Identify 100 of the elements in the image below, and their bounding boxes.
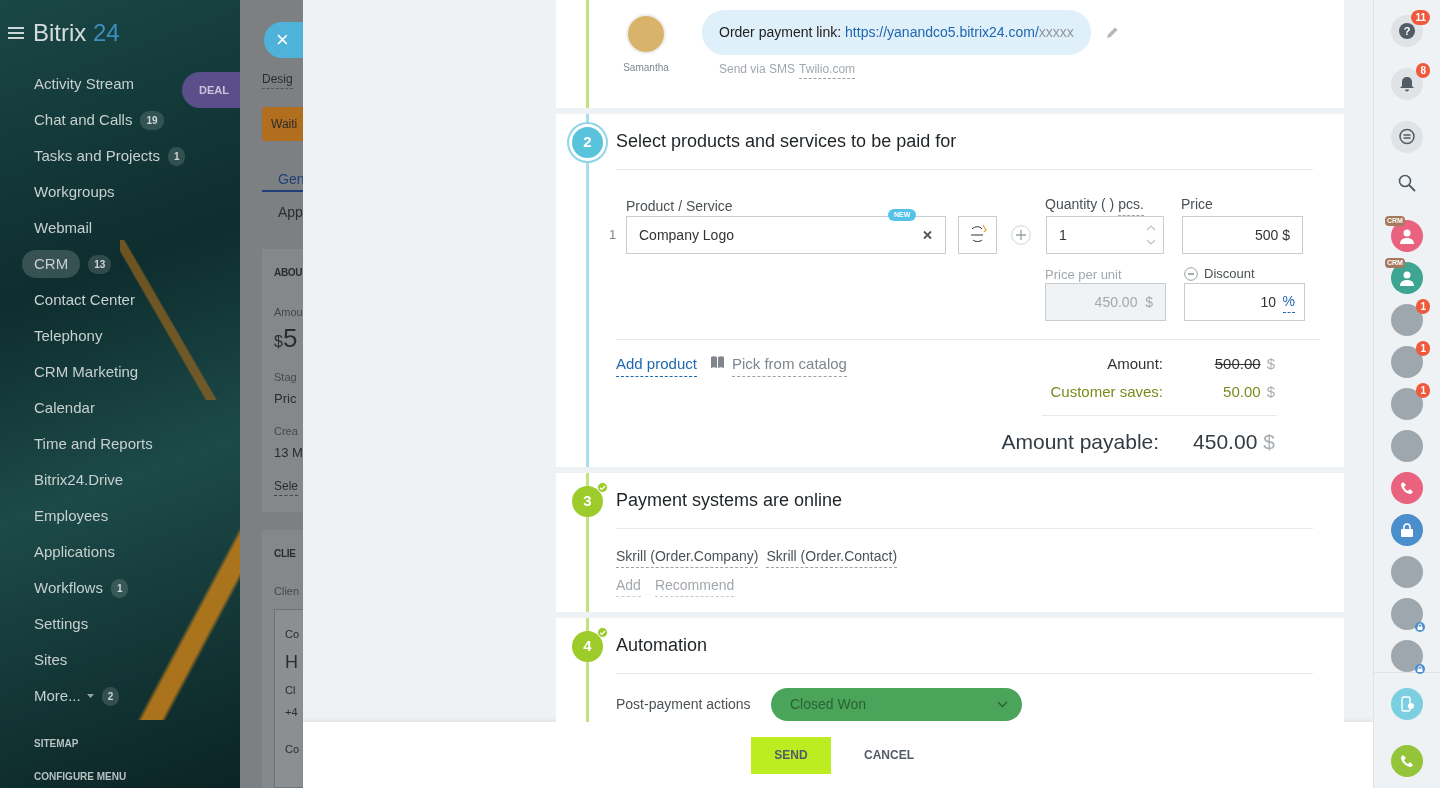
phone-cloud-icon	[1399, 696, 1415, 712]
contact-text: Co	[285, 627, 301, 642]
sidebar-item[interactable]: Workflows	[34, 573, 103, 603]
plus-icon[interactable]	[1011, 225, 1031, 245]
caret-icon	[997, 701, 1008, 708]
field-label: Crea	[274, 423, 299, 439]
quantity-field[interactable]: 1	[1046, 216, 1164, 254]
sidebar-item[interactable]: Telephony	[34, 321, 103, 351]
photo-placeholder[interactable]	[1391, 304, 1423, 336]
sidebar-item[interactable]: Bitrix24.Drive	[34, 465, 124, 495]
counter-badge: 1	[1416, 299, 1430, 314]
counter-badge: 13	[88, 254, 112, 274]
row-number: 1	[609, 226, 618, 245]
sidebar-item[interactable]: Chat and Calls	[34, 105, 133, 135]
menu-icon[interactable]	[8, 26, 24, 40]
photo-placeholder[interactable]	[1391, 346, 1423, 378]
check-icon	[597, 482, 608, 493]
contact-text: +4	[285, 705, 299, 720]
field-label: Amou	[274, 305, 303, 320]
photo-placeholder[interactable]	[1391, 640, 1423, 672]
add-product-link[interactable]: Add product	[616, 353, 697, 377]
catalog-link[interactable]: Pick from catalog	[731, 353, 847, 377]
product-image[interactable]	[958, 216, 997, 254]
lock-icon	[1401, 523, 1413, 537]
call-button[interactable]	[1391, 745, 1423, 777]
send-via-label: Send via SMS	[719, 61, 796, 78]
footer-link[interactable]: CONFIGURE MENU	[0, 769, 240, 784]
design-link[interactable]: Desig	[262, 70, 293, 89]
photo-placeholder[interactable]	[1391, 430, 1423, 462]
chat-button[interactable]	[1391, 121, 1423, 153]
sidebar-item[interactable]: Sites	[34, 645, 68, 675]
counter-badge: 8	[1416, 63, 1430, 78]
sidebar-item[interactable]: Time and Reports	[34, 429, 153, 459]
photo-placeholder[interactable]	[1391, 556, 1423, 588]
lock-button[interactable]	[1391, 514, 1423, 546]
sidebar-item[interactable]: Employees	[34, 501, 109, 531]
sidebar-item[interactable]: Settings	[34, 609, 89, 639]
call-button[interactable]	[1391, 472, 1423, 504]
counter-badge: 11	[1411, 10, 1430, 25]
cancel-button[interactable]: CANCEL	[864, 746, 914, 764]
sidebar-item[interactable]: More...	[34, 681, 81, 711]
field-label: Post-payment actions	[616, 695, 752, 714]
sidebar-item[interactable]: Activity Stream	[34, 69, 135, 99]
photo-placeholder[interactable]	[1391, 598, 1423, 630]
product-field[interactable]: Company Logo	[626, 216, 946, 254]
sidebar-item[interactable]: Applications	[34, 537, 115, 567]
minus-circle-icon[interactable]	[1184, 267, 1198, 281]
message-text: Order payment link: https://yanandco5.bitrix24.com/xxxxx	[719, 23, 1074, 42]
footer-link[interactable]: SITEMAP	[0, 736, 240, 751]
field-label: Clien	[274, 583, 301, 599]
sidebar-item[interactable]: CRM Marketing	[34, 357, 139, 387]
payment-system-link[interactable]: Skrill (Order.Contact)	[766, 546, 898, 568]
price-field[interactable]: 500 $	[1182, 216, 1303, 254]
payment-link[interactable]: https://yanandco5.bitrix24.com/xxxxx	[845, 24, 1074, 40]
step-title: Automation	[616, 618, 1313, 674]
counter-badge: 1	[1416, 383, 1430, 398]
payable-label: Amount payable:	[1001, 429, 1160, 455]
counter-badge: 19	[140, 110, 164, 130]
contact-text: Co	[285, 741, 301, 757]
person-icon	[1399, 228, 1415, 244]
book-icon	[710, 356, 724, 368]
total-value: 500.00 $	[1213, 354, 1275, 374]
pencil-icon[interactable]	[1104, 25, 1119, 40]
field-label: Price per unit	[1045, 266, 1123, 283]
step-title: Select products and services to be paid for	[616, 114, 1313, 170]
sidebar-item[interactable]: Workgroups	[34, 177, 115, 207]
section-title: CLIE	[274, 546, 297, 561]
notifications-button[interactable]	[1391, 68, 1423, 100]
step-title: Payment systems are online	[616, 473, 1313, 529]
send-button[interactable]: SEND	[751, 736, 831, 774]
spinner-icon[interactable]	[1146, 224, 1156, 246]
sidebar-item[interactable]: CRM	[22, 249, 81, 279]
payment-system-link[interactable]: Skrill (Order.Company)	[616, 546, 759, 568]
sender-name: Samantha	[623, 61, 669, 75]
sidebar-item[interactable]: Webmail	[34, 213, 93, 243]
field-value: Pric	[274, 390, 298, 408]
payable-value: 450.00 $	[1193, 429, 1275, 455]
clear-icon[interactable]	[923, 230, 932, 240]
select-link[interactable]: Sele	[274, 476, 299, 496]
sidebar-item[interactable]: Tasks and Projects	[34, 141, 160, 171]
contact-text: H	[285, 650, 299, 674]
total-label: Customer saves:	[1050, 381, 1163, 402]
section-title: ABOU	[274, 266, 303, 280]
field-label: Quantity ( )	[1045, 195, 1115, 214]
deal-tab[interactable]: DEAL	[182, 72, 240, 108]
counter-badge: 1	[1416, 341, 1430, 356]
logo-text: Bitrix 24	[33, 18, 120, 48]
search-icon[interactable]	[1398, 174, 1416, 192]
photo-placeholder[interactable]	[1391, 388, 1423, 420]
field-label: Stag	[274, 369, 298, 385]
sidebar-item[interactable]: Calendar	[34, 393, 95, 423]
check-icon	[597, 627, 608, 638]
field-label: Discount	[1204, 265, 1255, 284]
stage-button[interactable]: Waiti	[262, 107, 303, 141]
field-value: 13 M	[274, 444, 303, 462]
tab[interactable]: App	[262, 202, 303, 223]
discount-unit-link[interactable]: %	[1282, 291, 1295, 313]
mobile-app-button[interactable]	[1391, 688, 1423, 720]
sidebar-item[interactable]: Contact Center	[34, 285, 135, 315]
phone-icon	[1400, 481, 1414, 495]
